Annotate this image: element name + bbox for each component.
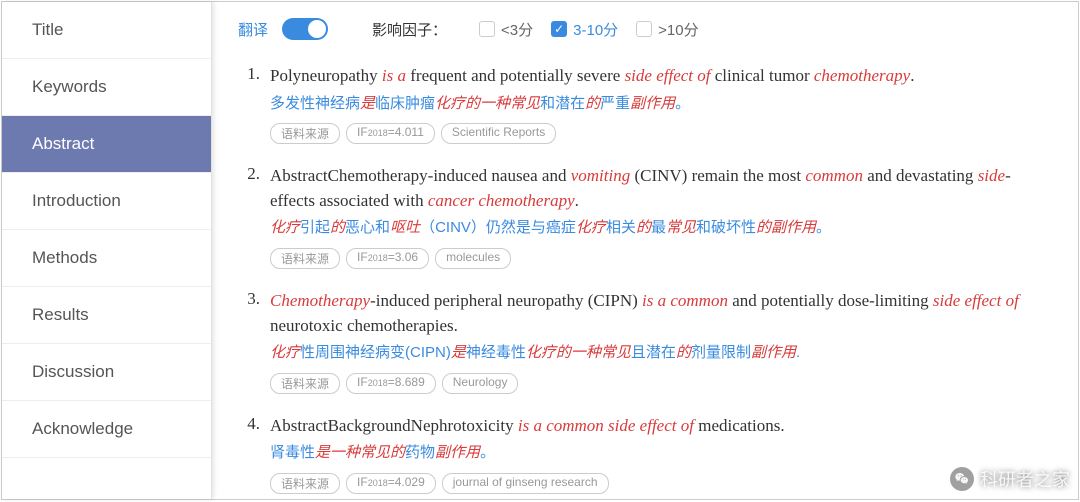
filter-checkbox[interactable]: >10分	[636, 19, 698, 40]
sentence-english: AbstractBackgroundNephrotoxicity is a co…	[270, 414, 1048, 439]
sidebar-item-abstract[interactable]: Abstract	[2, 116, 211, 173]
sidebar-item-acknowledge[interactable]: Acknowledge	[2, 401, 211, 458]
sentence-english: Chemotherapy-induced peripheral neuropat…	[270, 289, 1048, 338]
sentence-chinese: 多发性神经病是临床肿瘤化疗的一种常见和潜在的严重副作用。	[270, 93, 1048, 116]
result-entry: 3.Chemotherapy-induced peripheral neurop…	[238, 289, 1048, 394]
entry-tags: 语料来源 IF2018=8.689 Neurology	[270, 373, 1048, 394]
results-list: 1. Polyneuropathy is a frequent and poten…	[238, 64, 1048, 494]
tag-impact-factor[interactable]: IF2018=4.011	[346, 123, 435, 144]
sidebar-item-introduction[interactable]: Introduction	[2, 173, 211, 230]
entry-number: 4.	[238, 414, 260, 494]
tag-journal[interactable]: Neurology	[442, 373, 519, 394]
entry-tags: 语料来源 IF2018=4.011 Scientific Reports	[270, 123, 1048, 144]
sidebar-item-discussion[interactable]: Discussion	[2, 344, 211, 401]
filter-checkbox[interactable]: <3分	[479, 19, 533, 40]
filter-label: <3分	[501, 19, 533, 40]
sentence-chinese: 化疗性周围神经病变(CIPN)是神经毒性化疗的一种常见且潜在的剂量限制副作用.	[270, 342, 1048, 365]
entry-number: 2.	[238, 164, 260, 269]
translate-toggle[interactable]	[282, 18, 328, 40]
translate-label: 翻译	[238, 19, 268, 40]
sidebar-item-keywords[interactable]: Keywords	[2, 59, 211, 116]
tag-journal[interactable]: molecules	[435, 248, 511, 269]
sidebar-item-results[interactable]: Results	[2, 287, 211, 344]
filter-label: >10分	[658, 19, 698, 40]
sidebar-item-methods[interactable]: Methods	[2, 230, 211, 287]
entry-number: 3.	[238, 289, 260, 394]
sidebar-item-title[interactable]: Title	[2, 2, 211, 59]
checkbox-icon	[636, 21, 652, 37]
main-content: 翻译 影响因子： <3分 ✓ 3-10分 >10分 1. Polyneuropathy …	[212, 2, 1078, 499]
sidebar: TitleKeywordsAbstractIntroductionMethods…	[2, 2, 212, 499]
sentence-chinese: 化疗引起的恶心和呕吐（CINV）仍然是与癌症化疗相关的最常见和破坏性的副作用。	[270, 217, 1048, 240]
filter-checkbox[interactable]: ✓ 3-10分	[551, 19, 618, 40]
tag-impact-factor[interactable]: IF2018=3.06	[346, 248, 429, 269]
tag-source[interactable]: 语料来源	[270, 473, 340, 494]
tag-journal[interactable]: journal of ginseng research	[442, 473, 609, 494]
entry-number: 1.	[238, 64, 260, 144]
checkbox-icon: ✓	[551, 21, 567, 37]
sentence-english: AbstractChemotherapy-induced nausea and …	[270, 164, 1048, 213]
tag-source[interactable]: 语料来源	[270, 248, 340, 269]
entry-tags: 语料来源 IF2018=4.029 journal of ginseng resea…	[270, 473, 1048, 494]
result-entry: 2.AbstractChemotherapy-induced nausea an…	[238, 164, 1048, 269]
entry-tags: 语料来源 IF2018=3.06 molecules	[270, 248, 1048, 269]
toolbar: 翻译 影响因子： <3分 ✓ 3-10分 >10分	[238, 18, 1048, 40]
tag-impact-factor[interactable]: IF2018=4.029	[346, 473, 436, 494]
tag-source[interactable]: 语料来源	[270, 123, 340, 144]
checkbox-icon	[479, 21, 495, 37]
tag-source[interactable]: 语料来源	[270, 373, 340, 394]
sentence-english: Polyneuropathy is a frequent and potenti…	[270, 64, 1048, 89]
tag-impact-factor[interactable]: IF2018=8.689	[346, 373, 436, 394]
result-entry: 1. Polyneuropathy is a frequent and poten…	[238, 64, 1048, 144]
tag-journal[interactable]: Scientific Reports	[441, 123, 556, 144]
result-entry: 4. AbstractBackgroundNephrotoxicity is a …	[238, 414, 1048, 494]
impact-factor-label: 影响因子：	[372, 19, 447, 40]
filter-label: 3-10分	[573, 19, 618, 40]
sentence-chinese: 肾毒性是一种常见的药物副作用。	[270, 442, 1048, 465]
